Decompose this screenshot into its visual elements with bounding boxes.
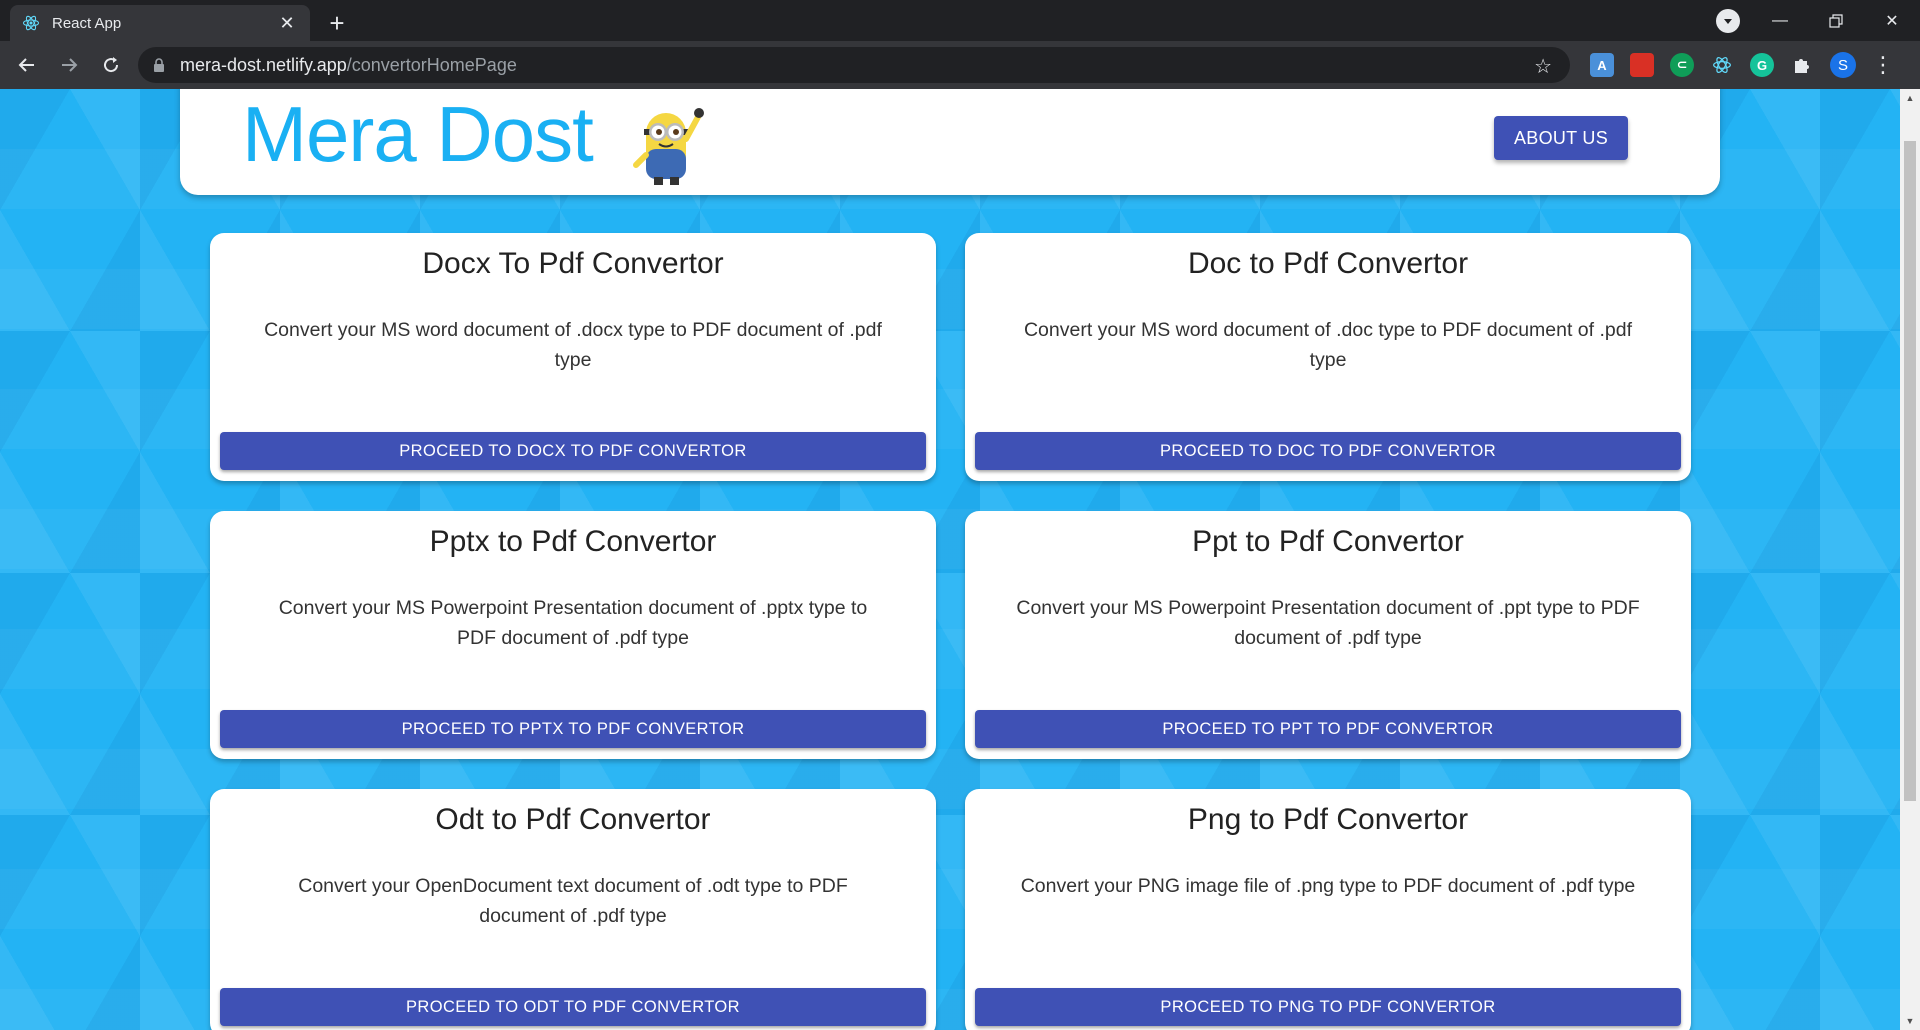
minimize-icon[interactable]: — bbox=[1752, 0, 1808, 41]
browser-tab-bar: React App ✕ + — ✕ bbox=[0, 0, 1920, 41]
scroll-up-icon[interactable]: ▲ bbox=[1900, 89, 1920, 107]
converter-card: Ppt to Pdf Convertor Convert your MS Pow… bbox=[965, 511, 1691, 759]
card-title: Ppt to Pdf Convertor bbox=[1192, 525, 1464, 558]
card-title: Pptx to Pdf Convertor bbox=[429, 525, 717, 558]
browser-tab[interactable]: React App ✕ bbox=[10, 5, 310, 41]
kebab-menu-icon[interactable]: ⋮ bbox=[1872, 52, 1894, 78]
scroll-down-icon[interactable]: ▼ bbox=[1900, 1012, 1920, 1030]
proceed-png-button[interactable]: PROCEED TO PNG TO PDF CONVERTOR bbox=[975, 988, 1681, 1026]
browser-toolbar: mera-dost.netlify.app/convertorHomePage … bbox=[0, 41, 1920, 89]
proceed-docx-button[interactable]: PROCEED TO DOCX TO PDF CONVERTOR bbox=[220, 432, 926, 470]
proceed-odt-button[interactable]: PROCEED TO ODT TO PDF CONVERTOR bbox=[220, 988, 926, 1026]
back-arrow-icon[interactable] bbox=[8, 46, 46, 84]
scrollbar-thumb[interactable] bbox=[1904, 141, 1916, 801]
page-viewport: Mera Dost ABOUT US Docx To Pdf Convertor… bbox=[0, 89, 1920, 1030]
site-header: Mera Dost ABOUT US bbox=[180, 89, 1720, 195]
reload-icon[interactable] bbox=[92, 46, 130, 84]
forward-arrow-icon[interactable] bbox=[50, 46, 88, 84]
tab-title: React App bbox=[52, 14, 122, 32]
proceed-ppt-button[interactable]: PROCEED TO PPT TO PDF CONVERTOR bbox=[975, 710, 1681, 748]
card-description: Convert your MS word document of .docx t… bbox=[264, 319, 882, 371]
proceed-doc-button[interactable]: PROCEED TO DOC TO PDF CONVERTOR bbox=[975, 432, 1681, 470]
extensions-puzzle-icon[interactable] bbox=[1790, 53, 1814, 77]
card-description: Convert your OpenDocument text document … bbox=[298, 875, 848, 927]
new-tab-button[interactable]: + bbox=[322, 8, 352, 38]
close-tab-icon[interactable]: ✕ bbox=[276, 12, 298, 34]
card-title: Png to Pdf Convertor bbox=[1187, 803, 1469, 836]
url-host: mera-dost.netlify.app bbox=[180, 54, 347, 75]
lock-icon[interactable] bbox=[152, 58, 166, 72]
card-description: Convert your MS Powerpoint Presentation … bbox=[1016, 597, 1640, 649]
about-us-button[interactable]: ABOUT US bbox=[1494, 116, 1628, 160]
minion-logo-icon bbox=[628, 99, 706, 187]
extension-translate-icon[interactable]: A bbox=[1590, 53, 1614, 77]
card-title: Doc to Pdf Convertor bbox=[1187, 247, 1469, 280]
extension-book-icon[interactable] bbox=[1630, 53, 1654, 77]
card-title: Docx To Pdf Convertor bbox=[422, 247, 724, 280]
extension-grammarly-icon[interactable]: G bbox=[1750, 53, 1774, 77]
close-window-icon[interactable]: ✕ bbox=[1864, 0, 1920, 41]
converter-card: Png to Pdf Convertor Convert your PNG im… bbox=[965, 789, 1691, 1030]
card-description: Convert your MS word document of .doc ty… bbox=[1023, 319, 1633, 371]
bookmark-star-icon[interactable]: ☆ bbox=[1534, 54, 1552, 79]
brand-title: Mera Dost bbox=[242, 90, 594, 178]
card-description: Convert your MS Powerpoint Presentation … bbox=[278, 597, 868, 649]
restore-icon[interactable] bbox=[1808, 0, 1864, 41]
card-title: Odt to Pdf Convertor bbox=[435, 803, 711, 836]
converter-card: Odt to Pdf Convertor Convert your OpenDo… bbox=[210, 789, 936, 1030]
converter-card: Doc to Pdf Convertor Convert your MS wor… bbox=[965, 233, 1691, 481]
profile-avatar[interactable]: S bbox=[1830, 52, 1856, 78]
vertical-scrollbar[interactable]: ▲ ▼ bbox=[1900, 89, 1920, 1030]
extension-react-devtools-icon[interactable] bbox=[1710, 53, 1734, 77]
address-bar[interactable]: mera-dost.netlify.app/convertorHomePage … bbox=[138, 47, 1570, 83]
converter-card: Pptx to Pdf Convertor Convert your MS Po… bbox=[210, 511, 936, 759]
url-text: mera-dost.netlify.app/convertorHomePage bbox=[180, 55, 517, 76]
url-path: /convertorHomePage bbox=[346, 54, 517, 75]
proceed-pptx-button[interactable]: PROCEED TO PPTX TO PDF CONVERTOR bbox=[220, 710, 926, 748]
converter-card: Docx To Pdf Convertor Convert your MS wo… bbox=[210, 233, 936, 481]
react-icon bbox=[22, 14, 40, 32]
card-description: Convert your PNG image file of .png type… bbox=[1020, 875, 1636, 897]
media-control-icon[interactable] bbox=[1716, 9, 1740, 33]
extension-cart-icon[interactable]: ⊂ bbox=[1670, 53, 1694, 77]
